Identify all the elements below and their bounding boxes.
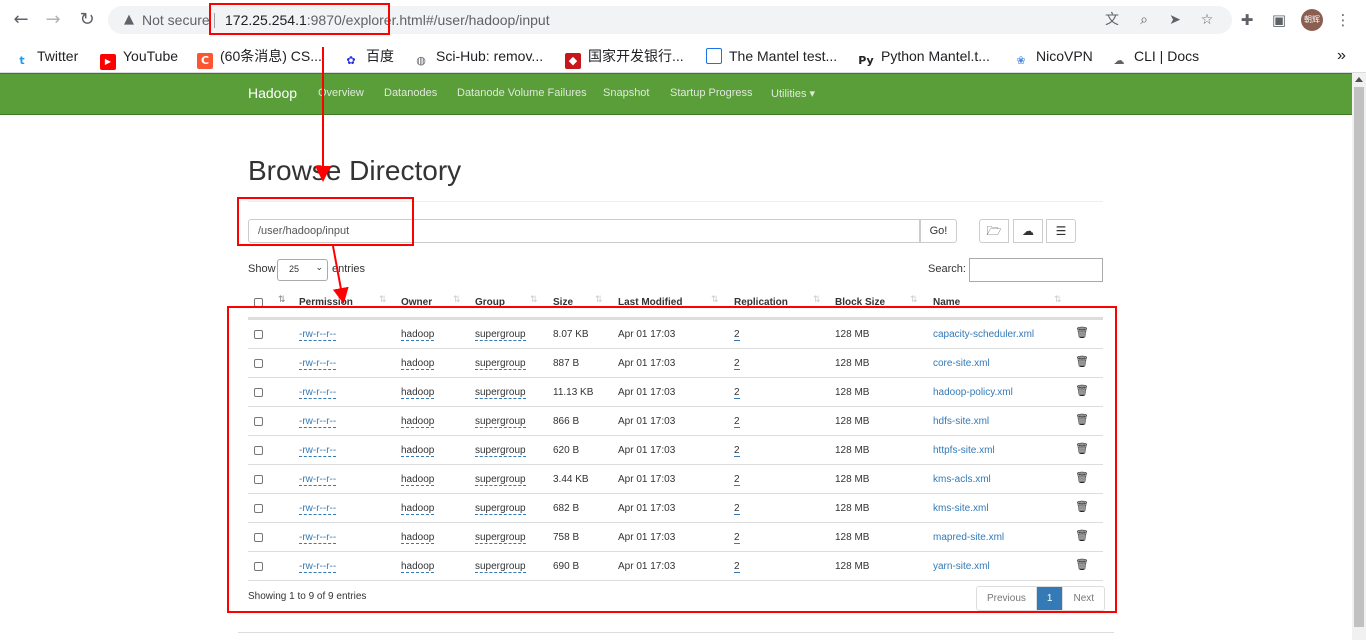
bookmark-youtube[interactable]: ▶ YouTube xyxy=(100,46,179,70)
bookmark-baidu[interactable]: ✿ 百度 xyxy=(343,46,394,67)
bookmark-label: CLI | Docs xyxy=(1134,48,1200,64)
entries-label: entries xyxy=(332,263,366,275)
nav-overview[interactable]: Overview xyxy=(318,87,364,99)
nav-utilities[interactable]: Utilities ▾ xyxy=(771,87,815,100)
sort-icon[interactable]: ⇅ xyxy=(711,295,719,305)
bookmark-label: 国家开发银行... xyxy=(588,48,684,64)
page-title: Browse Directory xyxy=(248,155,462,186)
create-folder-button[interactable]: 🗁 xyxy=(979,219,1009,243)
bank-icon: ◆ xyxy=(565,53,581,69)
forward-icon[interactable]: → xyxy=(41,8,65,32)
bookmark-label: 百度 xyxy=(366,48,394,64)
side-panel-icon[interactable]: ▣ xyxy=(1269,10,1289,30)
warning-icon[interactable]: ▲ xyxy=(120,11,138,29)
sort-icon[interactable]: ⇅ xyxy=(813,295,821,305)
not-secure-label[interactable]: Not secure xyxy=(142,12,210,28)
bookmark-scihub[interactable]: ◍ Sci-Hub: remov... xyxy=(413,46,544,67)
twitter-icon: t xyxy=(19,54,25,67)
page-length-value: 25 xyxy=(289,264,300,274)
upload-cloud-icon: ☁ xyxy=(1022,224,1034,238)
sort-icon[interactable]: ⇅ xyxy=(379,295,387,305)
nav-startup-progress[interactable]: Startup Progress xyxy=(670,87,753,99)
bookmark-label: YouTube xyxy=(123,48,179,64)
bookmark-nicovpn[interactable]: ❀ NicoVPN xyxy=(1013,46,1093,67)
bookmark-label: NicoVPN xyxy=(1036,48,1093,64)
bookmark-csdn[interactable]: C (60条消息) CS... xyxy=(197,46,322,69)
sort-icon[interactable]: ⇅ xyxy=(278,295,286,305)
bookmark-label: The Mantel test... xyxy=(729,48,838,64)
vpn-icon: ❀ xyxy=(1016,54,1026,67)
upload-button[interactable]: ☁ xyxy=(1013,219,1043,243)
sort-icon[interactable]: ⇅ xyxy=(453,295,461,305)
reload-icon[interactable]: ↻ xyxy=(75,8,99,32)
send-icon[interactable]: ➤ xyxy=(1165,10,1185,30)
translate-icon[interactable]: 文 xyxy=(1102,10,1122,30)
nav-datanodes[interactable]: Datanodes xyxy=(384,87,437,99)
bookmark-cli-docs[interactable]: ☁ CLI | Docs xyxy=(1111,46,1200,67)
show-label: Show xyxy=(248,263,276,275)
bookmark-python-mantel[interactable]: Py Python Mantel.t... xyxy=(858,46,990,67)
back-icon[interactable]: ← xyxy=(9,8,33,32)
chevron-down-icon: ⌄ xyxy=(315,263,323,273)
bookmarks-bar: t Twitter ▶ YouTube C (60条消息) CS... ✿ 百度 ◍ Sc… xyxy=(0,40,1366,73)
bookmark-label: Sci-Hub: remov... xyxy=(436,48,544,64)
bookmark-mantel[interactable]: The Mantel test... xyxy=(706,46,837,66)
pypi-icon: Py xyxy=(858,54,874,67)
cut-paste-button[interactable]: ☰ xyxy=(1046,219,1076,243)
page-icon xyxy=(706,48,722,64)
bookmark-label: Python Mantel.t... xyxy=(881,48,990,64)
baidu-icon: ✿ xyxy=(346,54,356,67)
annotation-path-box xyxy=(237,197,414,246)
footer-divider xyxy=(238,632,1114,633)
bookmark-label: (60条消息) CS... xyxy=(220,48,322,64)
zoom-icon[interactable]: ⌕ xyxy=(1134,10,1154,30)
csdn-icon: C xyxy=(197,53,213,69)
avatar[interactable]: 朝辉 xyxy=(1301,9,1323,31)
page-scrollbar[interactable] xyxy=(1352,73,1366,640)
bookmark-twitter[interactable]: t Twitter xyxy=(14,46,79,67)
browser-toolbar: ← → ↻ ▲ Not secure 172.25.254.1:9870/exp… xyxy=(0,0,1366,40)
scroll-up-arrow[interactable] xyxy=(1355,77,1363,82)
extensions-icon[interactable]: ✚ xyxy=(1237,10,1257,30)
brand-link[interactable]: Hadoop xyxy=(248,85,297,101)
cloud-icon: ☁ xyxy=(1113,54,1125,67)
sort-icon[interactable]: ⇅ xyxy=(595,295,603,305)
search-label: Search: xyxy=(928,263,966,275)
annotation-table-box xyxy=(227,306,1117,613)
menu-icon[interactable]: ⋮ xyxy=(1333,10,1353,30)
more-bookmarks-button[interactable]: » xyxy=(1337,46,1346,66)
scroll-thumb[interactable] xyxy=(1354,87,1364,627)
folder-icon: 🗁 xyxy=(986,224,1002,238)
annotation-url-box xyxy=(209,3,390,35)
bookmark-bank[interactable]: ◆ 国家开发银行... xyxy=(565,46,684,69)
star-icon[interactable]: ☆ xyxy=(1197,10,1217,30)
nav-snapshot[interactable]: Snapshot xyxy=(603,87,649,99)
sort-icon[interactable]: ⇅ xyxy=(910,295,918,305)
bookmark-label: Twitter xyxy=(37,48,79,64)
list-icon: ☰ xyxy=(1055,224,1067,238)
sort-icon[interactable]: ⇅ xyxy=(530,295,538,305)
globe-icon: ◍ xyxy=(416,54,426,67)
search-input[interactable] xyxy=(969,258,1103,282)
sort-icon[interactable]: ⇅ xyxy=(1054,295,1062,305)
go-button[interactable]: Go! xyxy=(920,219,957,243)
hadoop-navbar: Hadoop Overview Datanodes Datanode Volum… xyxy=(0,73,1352,115)
page-length-select[interactable]: 25 ⌄ xyxy=(277,259,328,281)
nav-volume-failures[interactable]: Datanode Volume Failures xyxy=(457,87,587,99)
youtube-icon: ▶ xyxy=(100,54,116,70)
